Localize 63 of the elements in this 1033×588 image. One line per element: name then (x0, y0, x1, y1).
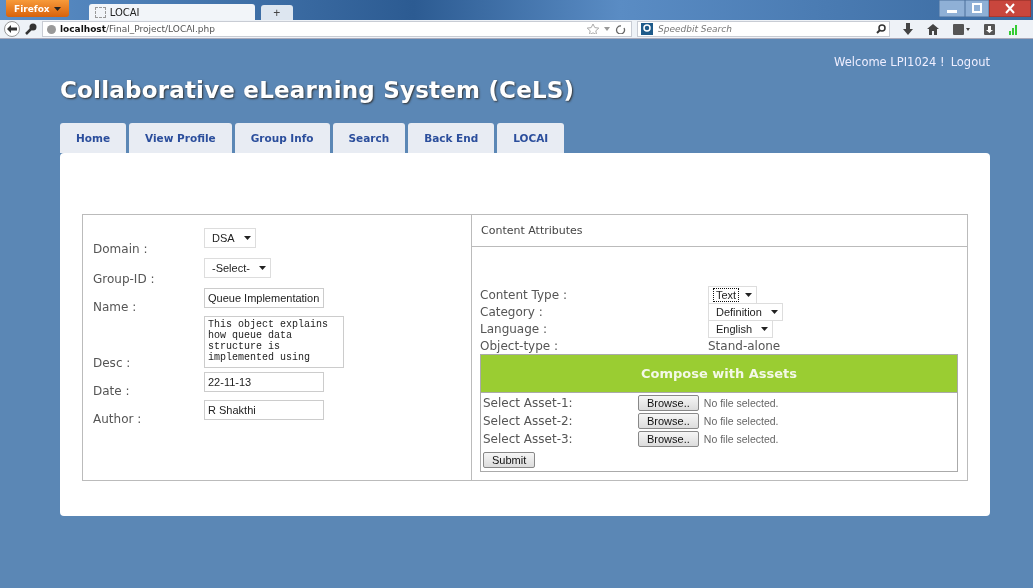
description-field[interactable]: This object explains how queue data structure is implemented using (204, 316, 344, 368)
browse-button[interactable]: Browse.. (638, 431, 699, 447)
download-icon[interactable] (903, 23, 913, 35)
signal-icon (1009, 23, 1019, 35)
compose-header: Compose with Assets (481, 355, 957, 393)
browser-tab[interactable]: LOCAI (88, 4, 255, 20)
text-field[interactable]: R Shakthi (204, 400, 324, 420)
field-label: Name : (93, 300, 138, 316)
field-label: Desc : (93, 356, 132, 372)
nav-tab[interactable]: LOCAI (497, 123, 565, 153)
back-arrow-icon (7, 25, 17, 33)
home-icon[interactable] (927, 23, 939, 35)
dropdown[interactable]: -Select- (204, 258, 271, 278)
dropdown[interactable]: Text (708, 286, 758, 304)
nav-tab[interactable]: Home (60, 123, 127, 153)
caret-icon (745, 293, 753, 297)
field-label: Select Asset-3: (483, 432, 574, 446)
caret-icon (53, 6, 61, 11)
search-field[interactable]: Speedbit Search (637, 21, 890, 37)
dropdown[interactable]: DSA (204, 228, 256, 248)
field-label: Category : (480, 305, 544, 319)
address-bar[interactable]: localhost/Final_Project/LOCAI.php (42, 21, 632, 37)
file-status: No file selected. (703, 415, 780, 427)
caret-icon (761, 327, 769, 331)
dropdown[interactable]: Definition (708, 303, 783, 321)
minimize-icon[interactable] (939, 0, 965, 17)
browse-button[interactable]: Browse.. (638, 413, 699, 429)
search-engine-icon[interactable] (641, 23, 655, 35)
field-label: Select Asset-2: (483, 414, 574, 428)
browse-button[interactable]: Browse.. (638, 395, 699, 411)
section-title: Content Attributes (472, 215, 967, 247)
caret-icon (770, 310, 778, 314)
nav-tab[interactable]: Back End (408, 123, 495, 153)
welcome-text: Welcome LPI1024 ! (834, 55, 945, 69)
nav-tab[interactable]: Group Info (234, 123, 330, 153)
caret-icon (243, 236, 251, 240)
caret-icon (258, 266, 266, 270)
submit-button[interactable]: Submit (483, 452, 536, 468)
text-field[interactable]: 22-11-13 (204, 372, 324, 392)
search-icon[interactable] (876, 24, 886, 34)
bookmarks-icon[interactable] (953, 23, 970, 35)
field-label: Group-ID : (93, 272, 156, 288)
field-value: Stand-alone (708, 338, 782, 353)
field-label: Content Type : (480, 288, 568, 302)
nav-tab[interactable]: View Profile (129, 123, 232, 153)
downloads-box-icon[interactable] (984, 23, 995, 35)
field-label: Object-type : (480, 338, 560, 353)
field-label: Language : (480, 322, 549, 336)
field-label: Date : (93, 384, 131, 400)
nav-tab[interactable]: Search (332, 123, 406, 153)
field-label: Select Asset-1: (483, 396, 574, 410)
back-button[interactable] (4, 21, 20, 37)
maximize-icon[interactable] (965, 0, 989, 17)
file-status: No file selected. (703, 397, 780, 409)
new-tab-button[interactable]: + (260, 5, 293, 20)
close-icon[interactable] (989, 0, 1031, 17)
file-status: No file selected. (703, 433, 780, 445)
site-title: Collaborative eLearning System (CeLS) (60, 77, 575, 103)
text-field[interactable]: Queue Implementation (204, 288, 324, 308)
field-label: Domain : (93, 242, 149, 258)
dropdown[interactable]: English (708, 320, 774, 338)
field-label: Author : (93, 412, 143, 428)
key-icon[interactable] (25, 23, 37, 35)
